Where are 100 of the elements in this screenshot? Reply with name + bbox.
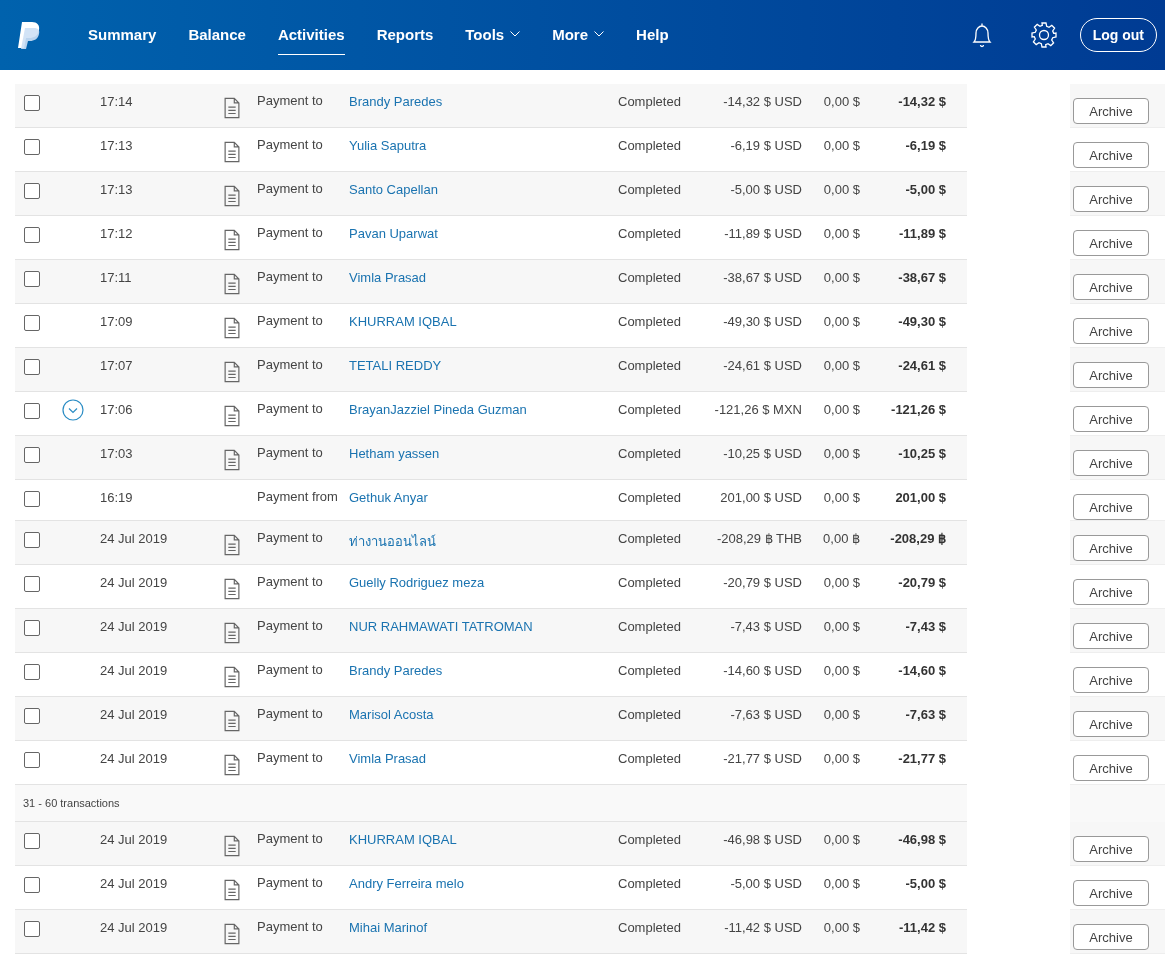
name-link[interactable]: Vimla Prasad <box>349 270 427 285</box>
document-icon[interactable] <box>223 710 241 732</box>
document-icon[interactable] <box>223 923 241 945</box>
name-link[interactable]: Vimla Prasad <box>349 751 427 766</box>
archive-button[interactable]: Archive <box>1073 98 1149 124</box>
archive-button[interactable]: Archive <box>1073 230 1149 256</box>
row-checkbox[interactable] <box>24 491 40 507</box>
nav-tab[interactable]: Tools <box>451 15 535 55</box>
archive-button[interactable]: Archive <box>1073 755 1149 781</box>
nav-tab[interactable]: More <box>538 15 619 55</box>
row-checkbox[interactable] <box>24 139 40 155</box>
archive-button[interactable]: Archive <box>1073 406 1149 432</box>
nav-tab[interactable]: Balance <box>174 15 260 55</box>
name-link[interactable]: BrayanJazziel Pineda Guzman <box>349 402 527 417</box>
nav-tab[interactable]: Help <box>622 15 683 55</box>
row-checkbox[interactable] <box>24 403 40 419</box>
document-icon[interactable] <box>223 449 241 471</box>
document-icon[interactable] <box>223 835 241 857</box>
name-link[interactable]: Hetham yassen <box>349 446 440 461</box>
type-cell-text: Payment to <box>257 268 324 286</box>
row-checkbox[interactable] <box>24 708 40 724</box>
nav-tab[interactable]: Summary <box>74 15 171 55</box>
document-icon[interactable] <box>223 317 241 339</box>
name-link[interactable]: NUR RAHMAWATI TATROMAN <box>349 619 533 634</box>
row-checkbox[interactable] <box>24 532 40 548</box>
type-cell-text: Payment to <box>257 661 324 679</box>
row-checkbox[interactable] <box>24 315 40 331</box>
name-link[interactable]: KHURRAM IQBAL <box>349 832 457 847</box>
name-link[interactable]: TETALI REDDY <box>349 358 442 373</box>
archive-button[interactable]: Archive <box>1073 667 1149 693</box>
date-cell-text: 17:13 <box>100 182 134 197</box>
date-cell-text: 16:19 <box>100 490 134 505</box>
archive-button[interactable]: Archive <box>1073 924 1149 950</box>
name-link[interactable]: Brandy Paredes <box>349 94 443 109</box>
document-icon[interactable] <box>223 879 241 901</box>
net-cell-text: -7,43 $ <box>904 619 946 634</box>
logo-icon[interactable] <box>16 20 42 50</box>
archive-button[interactable]: Archive <box>1073 318 1149 344</box>
archive-button[interactable]: Archive <box>1073 579 1149 605</box>
name-link[interactable]: ท่างานออนไลน์ <box>349 534 436 549</box>
name-link[interactable]: Marisol Acosta <box>349 707 434 722</box>
name-link[interactable]: Yulia Saputra <box>349 138 427 153</box>
row-checkbox[interactable] <box>24 95 40 111</box>
name-link[interactable]: Gethuk Anyar <box>349 490 428 505</box>
date-cell-text: 17:03 <box>100 446 134 461</box>
document-icon[interactable] <box>223 229 241 251</box>
archive-button[interactable]: Archive <box>1073 186 1149 212</box>
document-icon[interactable] <box>223 405 241 427</box>
archive-button[interactable]: Archive <box>1073 494 1149 520</box>
document-icon[interactable] <box>223 622 241 644</box>
archive-button[interactable]: Archive <box>1073 142 1149 168</box>
document-icon[interactable] <box>223 666 241 688</box>
row-checkbox[interactable] <box>24 183 40 199</box>
row-checkbox[interactable] <box>24 271 40 287</box>
status-cell-text: Completed <box>618 751 682 766</box>
name-link[interactable]: Mihai Marinof <box>349 920 428 935</box>
row-checkbox[interactable] <box>24 576 40 592</box>
row-checkbox[interactable] <box>24 921 40 937</box>
settings-icon[interactable] <box>1029 21 1058 49</box>
document-icon[interactable] <box>223 534 241 556</box>
fee-cell-text: 0,00 $ <box>822 619 860 634</box>
type-cell-text: Payment to <box>257 136 324 154</box>
row-checkbox[interactable] <box>24 664 40 680</box>
name-link[interactable]: Guelly Rodriguez meza <box>349 575 485 590</box>
row-checkbox[interactable] <box>24 752 40 768</box>
nav-tab[interactable]: Reports <box>362 15 448 55</box>
name-link[interactable]: Brandy Paredes <box>349 663 443 678</box>
row-checkbox[interactable] <box>24 227 40 243</box>
archive-button[interactable]: Archive <box>1073 535 1149 561</box>
archive-button[interactable]: Archive <box>1073 711 1149 737</box>
fee-cell-text: 0,00 $ <box>822 751 860 766</box>
archive-button[interactable]: Archive <box>1073 362 1149 388</box>
archive-button[interactable]: Archive <box>1073 450 1149 476</box>
document-icon[interactable] <box>223 578 241 600</box>
document-icon[interactable] <box>223 185 241 207</box>
archive-button[interactable]: Archive <box>1073 623 1149 649</box>
name-link[interactable]: KHURRAM IQBAL <box>349 314 457 329</box>
archive-button[interactable]: Archive <box>1073 880 1149 906</box>
archive-button[interactable]: Archive <box>1073 274 1149 300</box>
document-icon[interactable] <box>223 273 241 295</box>
document-icon[interactable] <box>223 97 241 119</box>
type-cell-text: Payment to <box>257 312 324 330</box>
nav-tab[interactable]: Activities <box>263 15 359 55</box>
row-checkbox[interactable] <box>24 447 40 463</box>
row-checkbox[interactable] <box>24 359 40 375</box>
name-link[interactable]: Andry Ferreira melo <box>349 876 464 891</box>
archive-button[interactable]: Archive <box>1073 836 1149 862</box>
date-cell-text: 24 Jul 2019 <box>100 832 169 847</box>
row-checkbox[interactable] <box>24 877 40 893</box>
net-cell-text: 201,00 $ <box>894 490 946 505</box>
expand-icon[interactable] <box>62 399 84 421</box>
status-cell-text: Completed <box>618 314 682 329</box>
document-icon[interactable] <box>223 754 241 776</box>
document-icon[interactable] <box>223 361 241 383</box>
row-checkbox[interactable] <box>24 833 40 849</box>
name-link[interactable]: Pavan Uparwat <box>349 226 438 241</box>
document-icon[interactable] <box>223 141 241 163</box>
row-checkbox[interactable] <box>24 620 40 636</box>
gross-cell-text: -10,25 $ USD <box>722 446 802 461</box>
name-link[interactable]: Santo Capellan <box>349 182 438 197</box>
